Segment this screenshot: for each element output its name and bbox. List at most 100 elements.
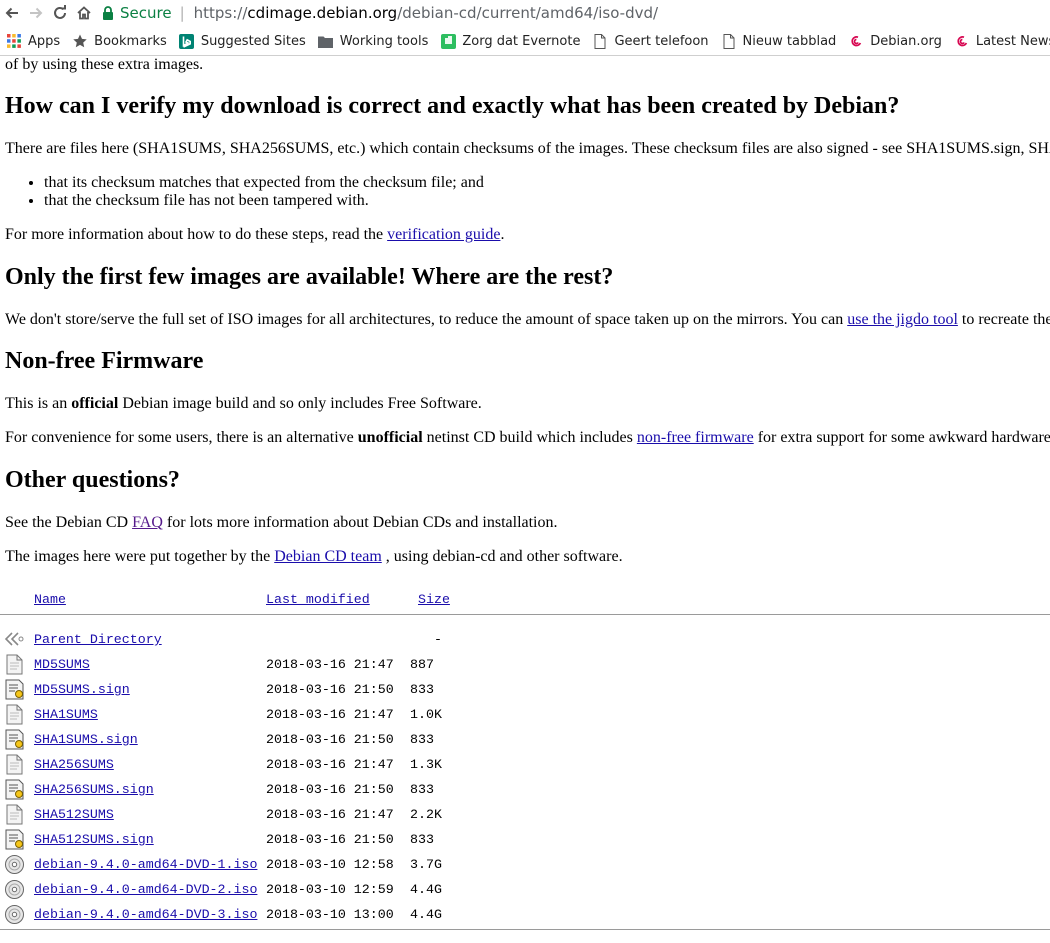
signed-file-icon <box>4 779 25 800</box>
bookmark-debian-org[interactable]: Debian.org <box>848 33 942 49</box>
header-divider <box>0 614 1050 615</box>
bookmark-label: Bookmarks <box>94 33 167 49</box>
bookmark-bookmarks[interactable]: Bookmarks <box>72 33 167 49</box>
arrow-left-icon <box>5 7 18 18</box>
page-icon <box>592 33 608 49</box>
directory-listing: Name Last modified Size Parent Directory… <box>0 56 1050 943</box>
file-link[interactable]: SHA512SUMS.sign <box>34 832 154 847</box>
bookmark-geert-telefoon[interactable]: Geert telefoon <box>592 33 709 49</box>
file-link[interactable]: SHA1SUMS.sign <box>34 732 138 747</box>
modified-cell: 2018-03-16 21:47 <box>266 657 394 672</box>
file-link[interactable]: SHA1SUMS <box>34 707 98 722</box>
file-link[interactable]: debian-9.4.0-amd64-DVD-2.iso <box>34 882 257 897</box>
text-file-icon <box>4 704 25 725</box>
star-icon <box>72 33 88 49</box>
reload-button[interactable] <box>48 1 72 25</box>
bookmark-working-tools[interactable]: Working tools <box>318 33 429 49</box>
file-link[interactable]: debian-9.4.0-amd64-DVD-1.iso <box>34 857 257 872</box>
forward-button[interactable] <box>24 1 48 25</box>
size-cell: 887 <box>410 657 434 672</box>
size-cell: 833 <box>410 832 434 847</box>
bing-icon <box>179 33 195 49</box>
page-viewport[interactable]: of by using these extra images. How can … <box>0 56 1050 943</box>
size-cell: 833 <box>410 682 434 697</box>
back-arrow-icon <box>4 629 25 650</box>
file-link[interactable]: MD5SUMS <box>34 657 90 672</box>
size-cell: 1.3K <box>410 757 442 772</box>
size-cell: 4.4G <box>410 907 442 922</box>
bookmark-apps[interactable]: Apps <box>6 33 60 49</box>
size-cell: - <box>434 632 442 647</box>
text-file-icon <box>4 754 25 775</box>
modified-cell: 2018-03-10 12:59 <box>266 882 394 897</box>
debian-swirl-icon <box>954 33 970 49</box>
size-cell: 833 <box>410 732 434 747</box>
size-cell: 4.4G <box>410 882 442 897</box>
table-row: debian-9.4.0-amd64-DVD-2.iso 2018-03-10 1… <box>0 878 1050 903</box>
modified-cell: 2018-03-16 21:47 <box>266 757 394 772</box>
reload-icon <box>54 4 66 19</box>
modified-cell: 2018-03-16 21:50 <box>266 832 394 847</box>
text-file-icon <box>4 654 25 675</box>
url-host: cdimage.debian.org <box>247 3 398 22</box>
bookmark-label: Debian.org <box>870 33 942 49</box>
bookmark-label: Zorg dat Evernote <box>462 33 581 49</box>
home-button[interactable] <box>72 1 96 25</box>
size-cell: 3.7G <box>410 857 442 872</box>
signed-file-icon <box>4 729 25 750</box>
lock-icon <box>102 5 114 20</box>
table-row: SHA512SUMS 2018-03-16 21:47 2.2K <box>0 803 1050 828</box>
footer-divider <box>0 929 1050 930</box>
page-icon <box>721 33 737 49</box>
table-row: MD5SUMS.sign 2018-03-16 21:50 833 <box>0 678 1050 703</box>
bookmark-latest-news[interactable]: Latest News <box>954 33 1050 49</box>
secure-label: Secure <box>120 3 172 22</box>
table-row: debian-9.4.0-amd64-DVD-3.iso 2018-03-10 1… <box>0 903 1050 928</box>
modified-cell: 2018-03-10 12:58 <box>266 857 394 872</box>
sort-by-last-modified-link[interactable]: Last modified <box>266 592 370 607</box>
disc-icon <box>4 854 25 875</box>
bookmark-label: Latest News <box>975 33 1050 49</box>
table-row: MD5SUMS 2018-03-16 21:47 887 <box>0 653 1050 678</box>
modified-cell: 2018-03-16 21:50 <box>266 782 394 797</box>
size-cell: 2.2K <box>410 807 442 822</box>
apps-grid-icon <box>6 33 22 49</box>
debian-swirl-icon <box>848 33 864 49</box>
bookmarks-bar: Apps Bookmarks Suggested Sites Working t… <box>0 27 1050 56</box>
bookmark-label: Geert telefoon <box>614 33 709 49</box>
bookmark-suggested-sites[interactable]: Suggested Sites <box>179 33 306 49</box>
home-icon <box>77 5 91 19</box>
parent-directory-row: Parent Directory - <box>0 628 1050 653</box>
file-link[interactable]: SHA256SUMS.sign <box>34 782 154 797</box>
file-link[interactable]: SHA256SUMS <box>34 757 114 772</box>
size-cell: 1.0K <box>410 707 442 722</box>
modified-cell: 2018-03-16 21:50 <box>266 682 394 697</box>
parent-directory-link[interactable]: Parent Directory <box>34 632 162 647</box>
folder-icon <box>318 33 334 49</box>
bookmark-label: Nieuw tabblad <box>742 33 837 49</box>
arrow-right-icon <box>30 7 43 18</box>
back-button[interactable] <box>0 1 24 25</box>
signed-file-icon <box>4 679 25 700</box>
modified-cell: 2018-03-16 21:50 <box>266 732 394 747</box>
table-row: SHA512SUMS.sign 2018-03-16 21:50 833 <box>0 828 1050 853</box>
bookmark-label: Working tools <box>339 33 429 49</box>
file-link[interactable]: debian-9.4.0-amd64-DVD-3.iso <box>34 907 257 922</box>
disc-icon <box>4 879 25 900</box>
url-scheme: https:// <box>193 3 248 22</box>
sort-by-size-link[interactable]: Size <box>418 592 450 607</box>
address-bar[interactable]: Secure | https://cdimage.debian.org/debi… <box>102 1 658 25</box>
bookmark-evernote[interactable]: Zorg dat Evernote <box>440 33 580 49</box>
url-path: /debian-cd/current/amd64/iso-dvd/ <box>397 3 659 22</box>
text-file-icon <box>4 804 25 825</box>
modified-cell: 2018-03-10 13:00 <box>266 907 394 922</box>
sort-by-name-link[interactable]: Name <box>34 592 66 607</box>
evernote-icon <box>440 33 456 49</box>
bookmark-label: Suggested Sites <box>200 33 306 49</box>
bookmark-label: Apps <box>28 33 61 49</box>
table-row: debian-9.4.0-amd64-DVD-1.iso 2018-03-10 1… <box>0 853 1050 878</box>
bookmark-nieuw-tabblad[interactable]: Nieuw tabblad <box>721 33 837 49</box>
browser-toolbar: Secure | https://cdimage.debian.org/debi… <box>0 0 1050 25</box>
file-link[interactable]: SHA512SUMS <box>34 807 114 822</box>
file-link[interactable]: MD5SUMS.sign <box>34 682 130 697</box>
